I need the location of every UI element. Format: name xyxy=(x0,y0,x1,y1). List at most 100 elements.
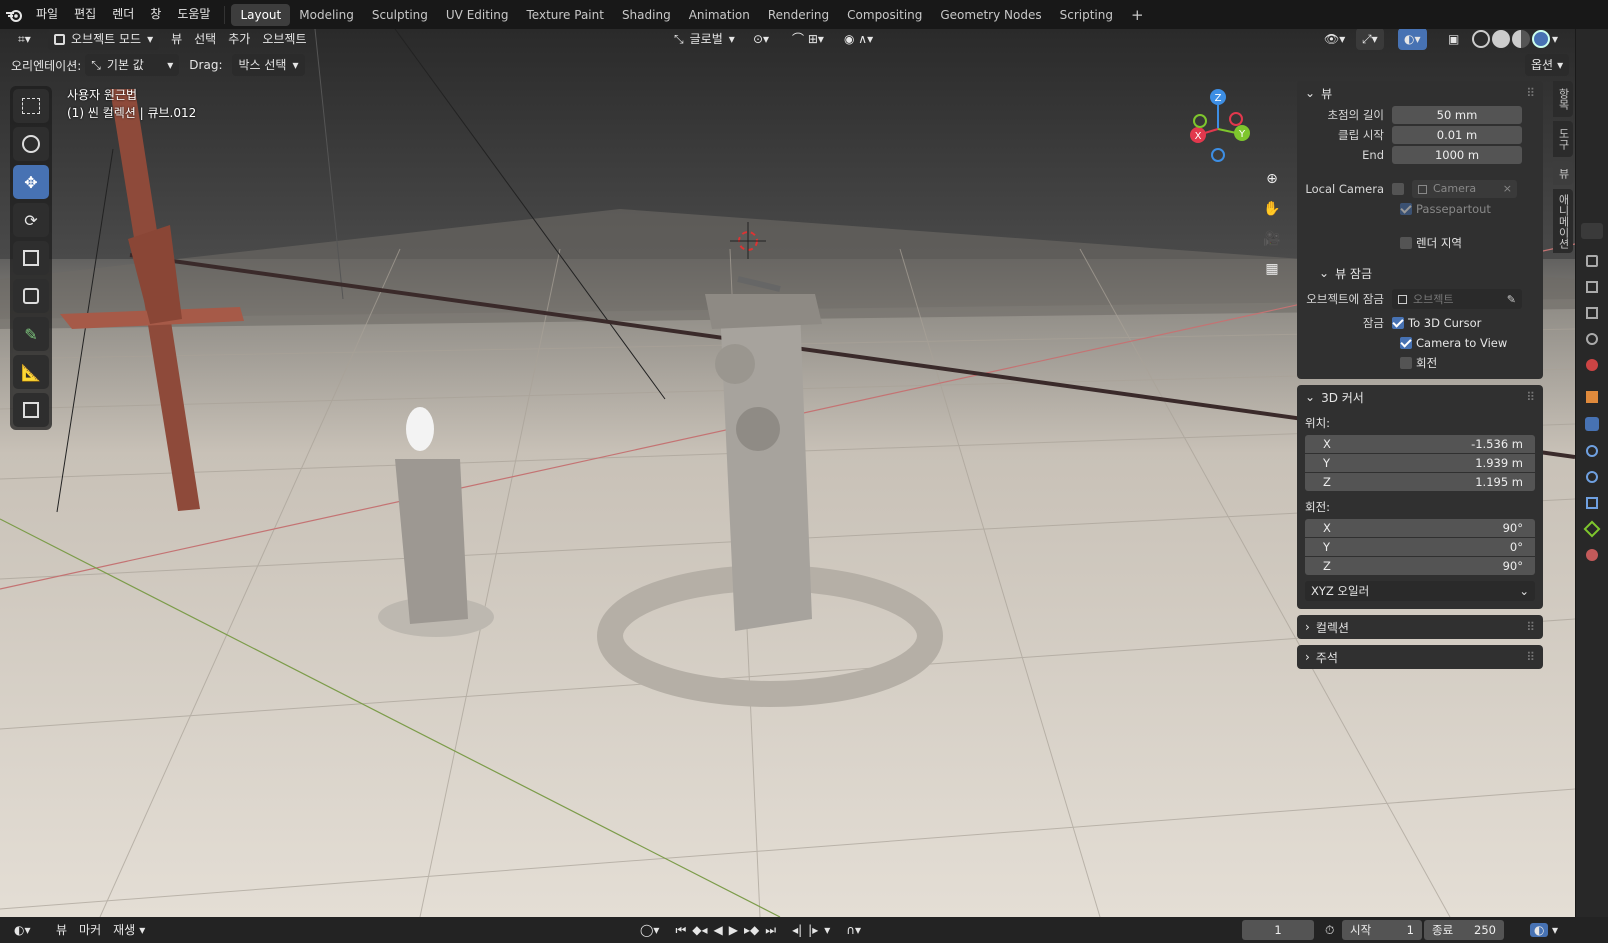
add-cube-tool[interactable] xyxy=(13,393,49,427)
snap-timeline-icon[interactable]: ∩▾ xyxy=(846,923,861,937)
transform-tool[interactable] xyxy=(13,279,49,313)
options-button[interactable]: 옵션 ▾ xyxy=(1525,54,1570,76)
menu-file[interactable]: 파일 xyxy=(28,0,66,29)
pivot-point-icon[interactable]: ⊙▾ xyxy=(747,29,775,50)
add-workspace-button[interactable]: + xyxy=(1122,4,1153,26)
navigation-gizmo[interactable]: Z X Y xyxy=(1186,89,1266,169)
local-camera-checkbox[interactable] xyxy=(1392,183,1404,195)
gizmo-toggle-icon[interactable]: ⤢▾ xyxy=(1356,29,1384,50)
snap-icon[interactable]: ⌒ ⊞▾ xyxy=(786,29,830,50)
properties-tab-world[interactable] xyxy=(1586,359,1598,371)
rotate-tool[interactable]: ⟳ xyxy=(13,203,49,237)
timeline-menu-playback[interactable]: 재생 ▾ xyxy=(107,919,151,941)
menu-help[interactable]: 도움말 xyxy=(169,0,218,29)
chevron-down-icon[interactable]: ▾ xyxy=(1552,923,1558,937)
tab-view[interactable]: 뷰 xyxy=(1553,161,1573,185)
tab-sculpting[interactable]: Sculpting xyxy=(363,4,437,26)
camera-view-icon[interactable]: 🎥 xyxy=(1258,225,1286,253)
auto-keying-icon[interactable]: ◯▾ xyxy=(640,923,659,937)
eyedropper-icon[interactable]: ✎ xyxy=(1507,293,1516,306)
properties-tab-output[interactable] xyxy=(1586,281,1598,293)
current-frame-field[interactable]: 1 xyxy=(1242,920,1314,940)
properties-tab-tool[interactable] xyxy=(1581,223,1603,239)
cursor-rotation-z[interactable]: Z 90° xyxy=(1305,557,1535,575)
timeline-menu-marker[interactable]: 마커 xyxy=(73,919,107,941)
prev-keyframe-icon[interactable]: ◆◂ xyxy=(692,923,707,937)
editor-type-button[interactable]: ◐▾ xyxy=(14,923,42,937)
blender-logo-icon[interactable] xyxy=(0,8,28,22)
clip-start-field[interactable]: 0.01 m xyxy=(1392,126,1522,144)
drag-handle-icon[interactable]: ⠿ xyxy=(1526,650,1535,664)
tab-tool[interactable]: 도구 xyxy=(1553,121,1573,157)
view-panel-header[interactable]: ⌄ 뷰 ⠿ xyxy=(1297,81,1543,105)
drag-handle-icon[interactable]: ⠿ xyxy=(1526,390,1535,404)
scale-tool[interactable] xyxy=(13,241,49,275)
cursor-rotation-x[interactable]: X 90° xyxy=(1305,519,1535,537)
menu-edit[interactable]: 편집 xyxy=(66,0,104,29)
pan-hand-icon[interactable]: ✋ xyxy=(1258,195,1286,223)
next-keyframe-icon[interactable]: ▸◆ xyxy=(744,923,759,937)
jump-end-icon[interactable]: ⏭ xyxy=(765,923,776,938)
mode-select[interactable]: 오브젝트 모드 ▾ xyxy=(48,29,160,50)
select-box-tool[interactable] xyxy=(13,89,49,123)
tab-texture-paint[interactable]: Texture Paint xyxy=(518,4,613,26)
drag-select[interactable]: 박스 선택 ▾ xyxy=(232,54,305,76)
render-region-checkbox[interactable] xyxy=(1400,237,1412,249)
xray-icon[interactable]: ▣ xyxy=(1442,29,1465,50)
transform-orientation-select[interactable]: ⤡ 글로벌 ▾ xyxy=(668,29,741,50)
tab-layout[interactable]: Layout xyxy=(231,3,291,26)
proportional-edit-icon[interactable]: ◉ ∧▾ xyxy=(838,29,879,50)
solid-shading-icon[interactable] xyxy=(1492,30,1510,48)
menu-view[interactable]: 뷰 xyxy=(165,29,188,50)
properties-tab-view-layer[interactable] xyxy=(1586,307,1598,319)
next-frame-icon[interactable]: |▸ xyxy=(808,923,818,937)
jump-start-icon[interactable]: ⏮ xyxy=(675,923,686,938)
camera-field[interactable]: Camera × xyxy=(1412,180,1517,198)
timeline-overlay-icon[interactable]: ◐ xyxy=(1530,923,1549,937)
cursor-location-z[interactable]: Z 1.195 m xyxy=(1305,473,1535,491)
menu-window[interactable]: 창 xyxy=(142,0,169,29)
properties-tab-particles[interactable] xyxy=(1586,445,1598,457)
properties-tab-physics[interactable] xyxy=(1586,471,1598,483)
properties-tab-data[interactable] xyxy=(1583,520,1601,538)
menu-render[interactable]: 렌더 xyxy=(104,0,142,29)
start-frame-field[interactable]: 시작 1 xyxy=(1342,920,1422,940)
menu-select[interactable]: 선택 xyxy=(188,29,222,50)
move-tool[interactable]: ✥ xyxy=(13,165,49,199)
orientation-select[interactable]: ⤡ 기본 값 ▾ xyxy=(85,54,180,76)
rotation-mode-select[interactable]: XYZ 오일러 ⌄ xyxy=(1305,581,1535,601)
cursor-tool[interactable] xyxy=(13,127,49,161)
clip-end-field[interactable]: 1000 m xyxy=(1392,146,1522,164)
lock-rotation-checkbox[interactable] xyxy=(1400,357,1412,369)
editor-type-button[interactable]: ⌗▾ xyxy=(12,29,44,50)
passepartout-checkbox[interactable] xyxy=(1400,203,1412,215)
collection-panel-header[interactable]: › 컬렉션 ⠿ xyxy=(1297,615,1543,639)
visibility-icon[interactable]: 👁▾ xyxy=(1318,29,1351,50)
properties-tab-object[interactable] xyxy=(1586,391,1598,403)
end-frame-field[interactable]: 종료 250 xyxy=(1424,920,1504,940)
to-3d-cursor-checkbox[interactable] xyxy=(1392,317,1404,329)
properties-tab-constraints[interactable] xyxy=(1586,497,1598,509)
perspective-grid-icon[interactable]: ▦ xyxy=(1258,255,1286,283)
play-reverse-icon[interactable]: ◀ xyxy=(714,923,723,937)
stopwatch-icon[interactable]: ⏱ xyxy=(1325,923,1334,938)
lock-object-field[interactable]: 오브젝트 ✎ xyxy=(1392,289,1522,309)
tab-geometry-nodes[interactable]: Geometry Nodes xyxy=(931,4,1050,26)
keying-set-icon[interactable]: ▾ xyxy=(824,923,830,937)
cursor-rotation-y[interactable]: Y 0° xyxy=(1305,538,1535,556)
camera-to-view-checkbox[interactable] xyxy=(1400,337,1412,349)
tab-uv-editing[interactable]: UV Editing xyxy=(437,4,518,26)
shading-options-icon[interactable]: ▾ xyxy=(1552,32,1558,46)
tab-compositing[interactable]: Compositing xyxy=(838,4,931,26)
tab-scripting[interactable]: Scripting xyxy=(1051,4,1122,26)
tab-animation[interactable]: 애니메이션 xyxy=(1553,189,1573,253)
cursor-location-y[interactable]: Y 1.939 m xyxy=(1305,454,1535,472)
tab-modeling[interactable]: Modeling xyxy=(290,4,363,26)
tab-animation[interactable]: Animation xyxy=(680,4,759,26)
3d-cursor-panel-header[interactable]: ⌄ 3D 커서 ⠿ xyxy=(1297,385,1543,409)
overlay-toggle-icon[interactable]: ◐▾ xyxy=(1398,29,1427,50)
clear-icon[interactable]: × xyxy=(1503,180,1512,198)
annotate-tool[interactable]: ✎ xyxy=(13,317,49,351)
properties-tab-material[interactable] xyxy=(1586,549,1598,561)
tab-shading[interactable]: Shading xyxy=(613,4,680,26)
